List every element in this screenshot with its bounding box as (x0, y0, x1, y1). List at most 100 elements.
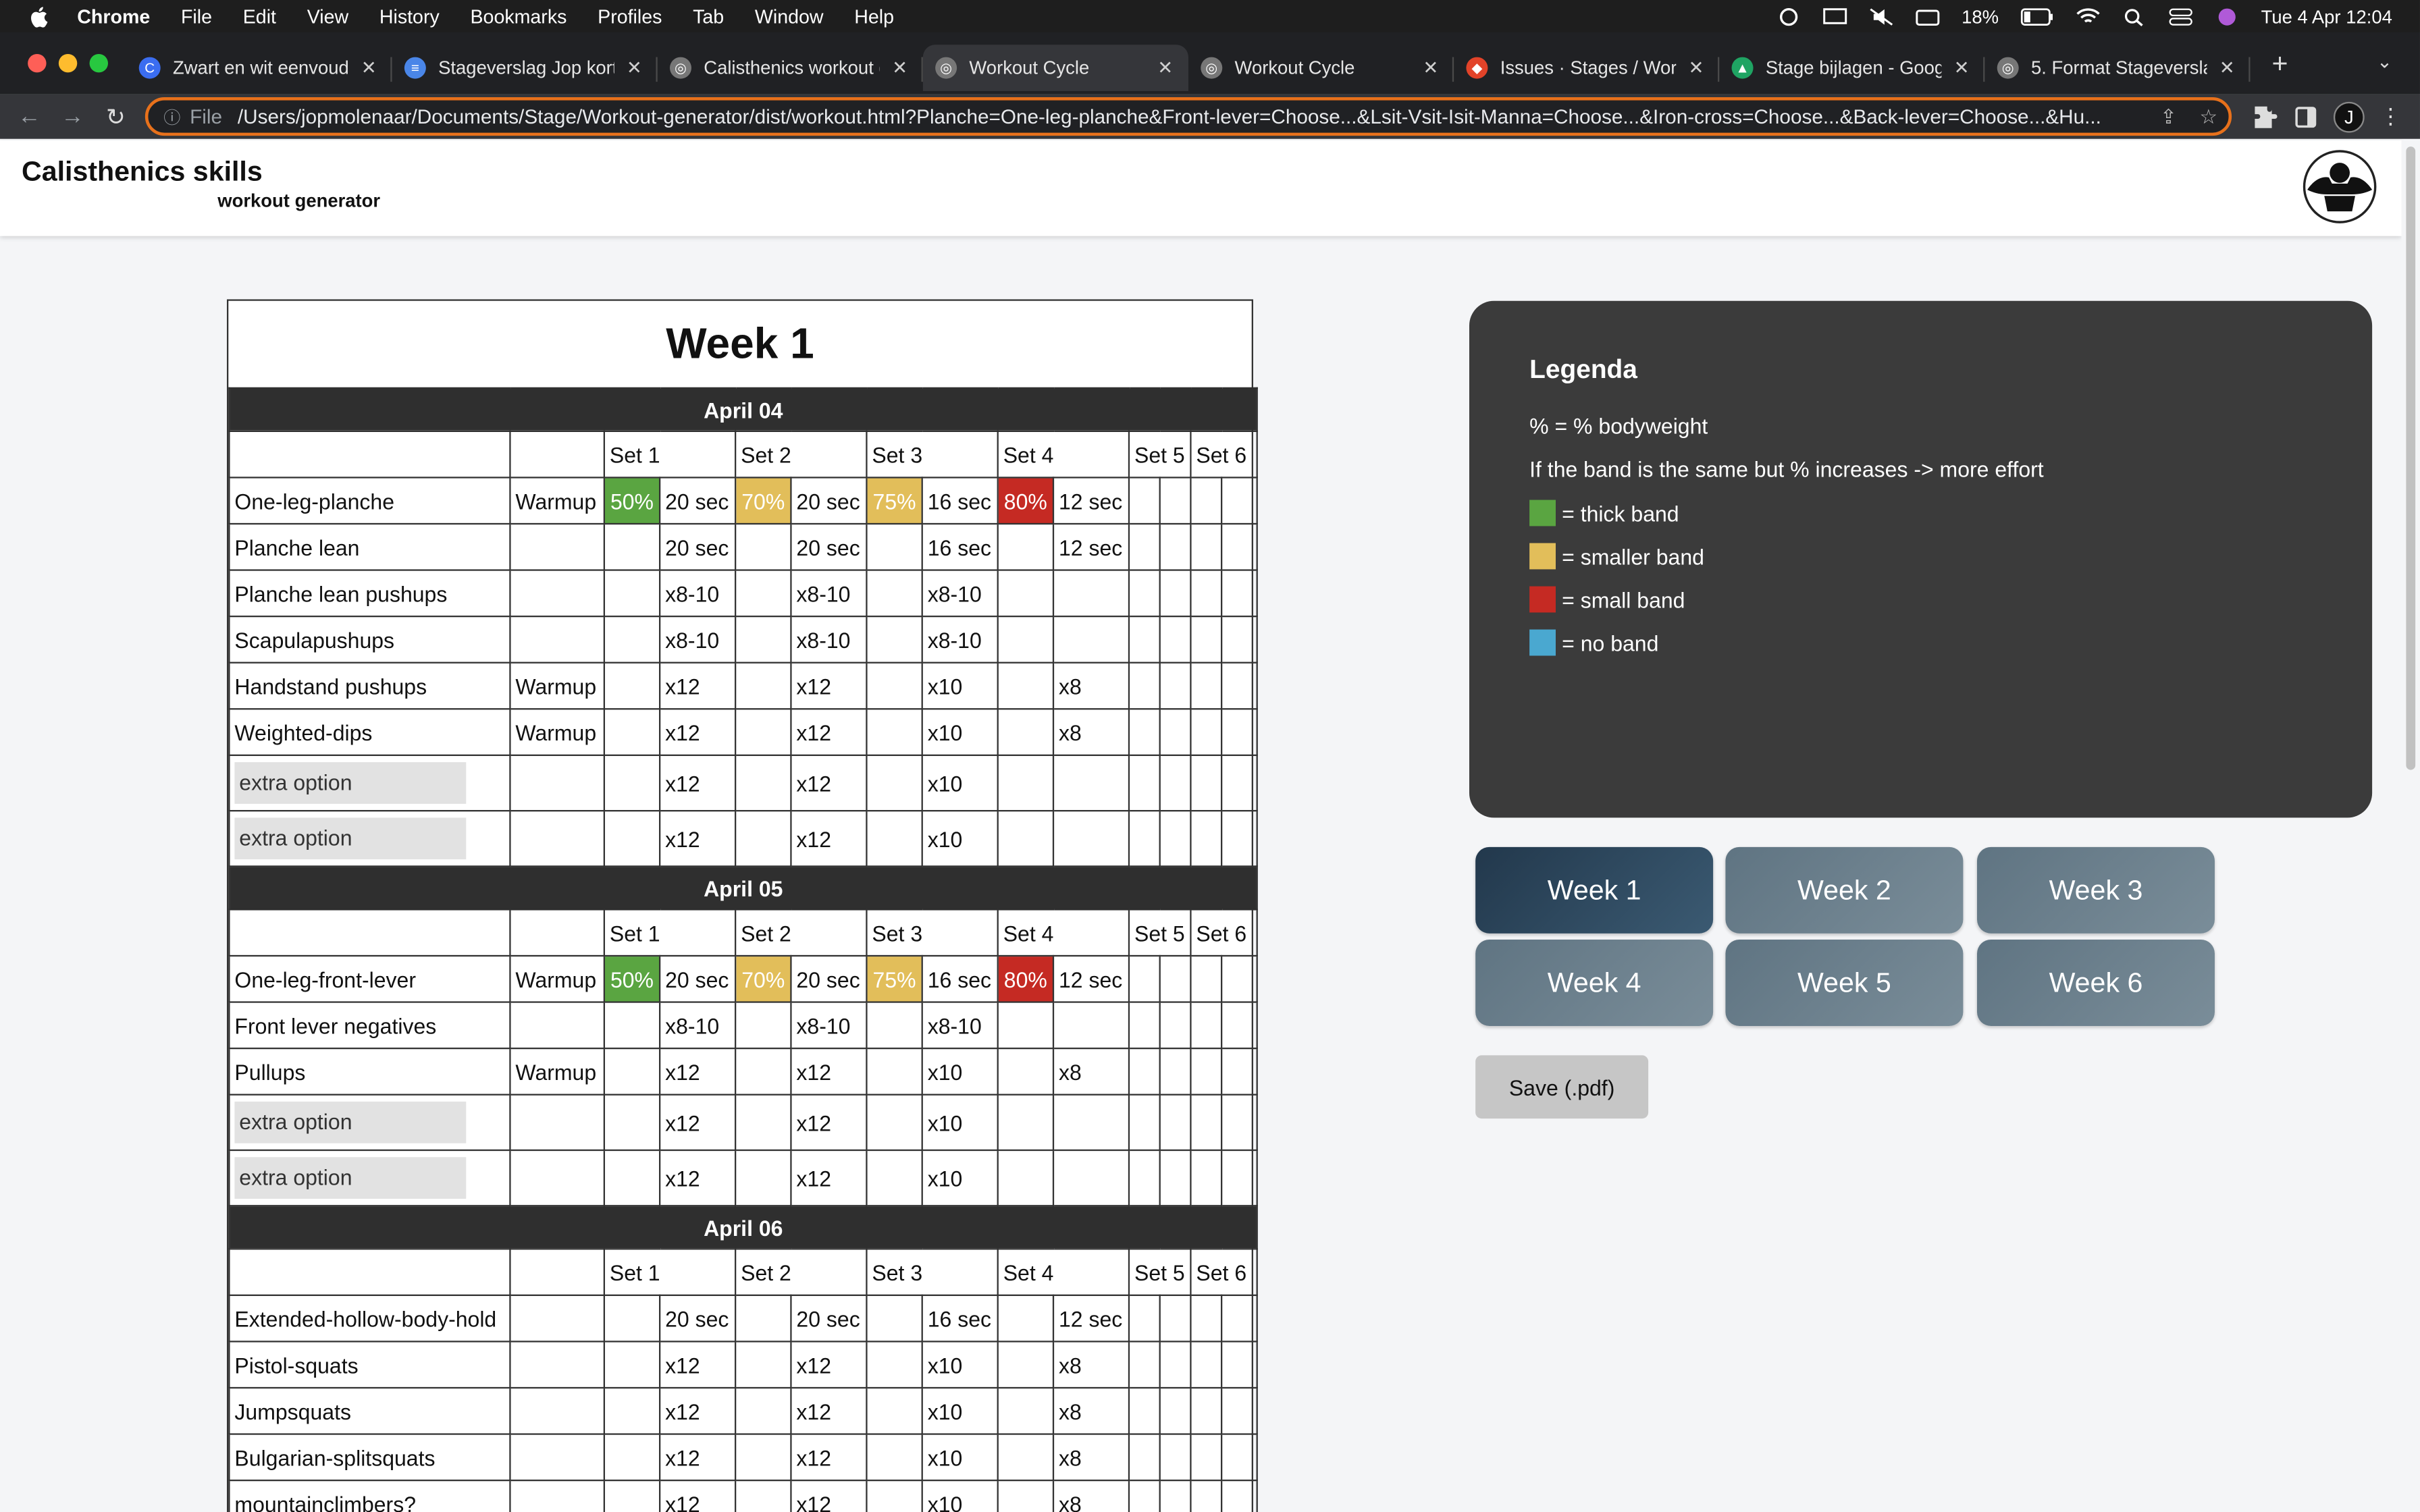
new-tab-button[interactable]: + (2272, 48, 2288, 80)
tab-close-icon[interactable]: ✕ (889, 57, 911, 79)
browser-tab[interactable]: C Zwart en wit eenvoudig ✕ (126, 45, 392, 91)
legend-item: = smaller band (1529, 543, 1704, 570)
menu-view[interactable]: View (307, 5, 348, 27)
browser-tab[interactable]: ◆ Issues · Stages / Worko ✕ (1454, 45, 1720, 91)
tab-close-icon[interactable]: ✕ (358, 57, 379, 79)
browser-tab[interactable]: ◎ 5. Format Stageverslag ✕ (1984, 45, 2251, 91)
set-value (734, 754, 792, 812)
set-value (1159, 1094, 1192, 1152)
address-bar[interactable]: ⓘ File /Users/jopmolenaar/Documents/Stag… (144, 97, 2232, 136)
set-value (1190, 1386, 1223, 1435)
legend-label: = smaller band (1562, 543, 1704, 569)
chrome-menu-kebab-icon[interactable]: ⋮ (2380, 103, 2402, 130)
set-value (603, 1149, 661, 1207)
set-value (734, 615, 792, 664)
window-zoom-button[interactable] (89, 53, 108, 73)
set-value (1190, 662, 1223, 710)
mute-icon[interactable] (1869, 7, 1894, 25)
back-arrow-icon[interactable]: ← (7, 103, 51, 130)
window-minimize-button[interactable] (58, 53, 78, 73)
set-value: x8 (1052, 1479, 1130, 1512)
scheme-label: File (190, 105, 223, 128)
save-pdf-button[interactable]: Save (.pdf) (1475, 1055, 1649, 1119)
set-value (1128, 1001, 1161, 1050)
scrollbar-thumb[interactable] (2406, 146, 2416, 770)
week-2-button[interactable]: Week 2 (1725, 846, 1964, 934)
tab-close-icon[interactable]: ✕ (1420, 57, 1442, 79)
tab-close-icon[interactable]: ✕ (623, 57, 645, 79)
menu-file[interactable]: File (181, 5, 212, 27)
week-1-button[interactable]: Week 1 (1475, 846, 1714, 934)
week-6-button[interactable]: Week 6 (1976, 939, 2215, 1026)
set-value (997, 1149, 1055, 1207)
control-center-icon[interactable] (2169, 7, 2194, 25)
week-3-button[interactable]: Week 3 (1976, 846, 2215, 934)
reload-icon[interactable]: ↻ (94, 103, 137, 130)
menu-edit[interactable]: Edit (243, 5, 276, 27)
tab-title: Workout Cycle (969, 57, 1090, 79)
warmup-cell (509, 1386, 605, 1435)
side-panel-icon[interactable] (2294, 104, 2319, 129)
battery-icon[interactable] (2020, 7, 2054, 25)
menu-tab[interactable]: Tab (693, 5, 724, 27)
set-value (1220, 1433, 1259, 1482)
clock[interactable]: Tue 4 Apr 12:04 (2261, 5, 2392, 27)
page-scrollbar[interactable] (2401, 140, 2420, 1512)
set-value (997, 1433, 1055, 1482)
week-4-button[interactable]: Week 4 (1475, 939, 1714, 1026)
set-value (997, 522, 1055, 571)
legend-item: = no band (1529, 629, 1658, 656)
set-header: Set 3 (866, 909, 999, 957)
siri-icon[interactable] (2215, 7, 2240, 25)
day-date: April 05 (228, 865, 1259, 911)
bookmark-star-icon[interactable]: ☆ (2188, 104, 2228, 129)
creative-cloud-icon[interactable] (1777, 7, 1801, 26)
extra-option-row: extra option x12 x12 x10 (228, 1094, 1259, 1152)
browser-tab[interactable]: ◎ Workout Cycle ✕ (922, 45, 1188, 91)
tab-close-icon[interactable]: ✕ (1951, 57, 1972, 79)
profile-avatar[interactable]: J (2333, 101, 2365, 132)
browser-tab[interactable]: ▲ Stage bijlagen - Google ✕ (1719, 45, 1985, 91)
screen-mirroring-icon[interactable] (1822, 7, 1847, 25)
macos-menu-bar: Chrome File Edit View History Bookmarks … (0, 0, 2420, 32)
set-header: Set 5 (1128, 909, 1192, 957)
menu-bookmarks[interactable]: Bookmarks (470, 5, 567, 27)
window-close-button[interactable] (28, 53, 47, 73)
info-icon[interactable]: ⓘ (163, 104, 180, 129)
share-icon[interactable]: ⇪ (2149, 104, 2188, 129)
extensions-puzzle-icon[interactable] (2253, 104, 2278, 129)
apple-icon[interactable] (28, 5, 49, 27)
extra-option-select[interactable]: extra option (234, 1101, 467, 1143)
keyboard-icon[interactable] (1916, 7, 1941, 25)
browser-tab[interactable]: ◎ Workout Cycle ✕ (1188, 45, 1454, 91)
legend-label: = small band (1562, 587, 1685, 612)
set-value (1190, 1479, 1223, 1512)
tab-close-icon[interactable]: ✕ (2216, 57, 2238, 79)
set-value: x8 (1052, 1047, 1130, 1096)
set-value (1159, 615, 1192, 664)
profile-avatar-icon[interactable] (2303, 150, 2377, 224)
spotlight-search-icon[interactable] (2122, 7, 2147, 26)
set-header: Set 2 (734, 1248, 868, 1296)
menu-app-chrome[interactable]: Chrome (77, 5, 150, 27)
extra-option-select[interactable]: extra option (234, 1157, 467, 1199)
tab-close-icon[interactable]: ✕ (1155, 57, 1176, 79)
set-value (1052, 1001, 1130, 1050)
menu-window[interactable]: Window (755, 5, 824, 27)
tab-search-chevron-icon[interactable]: ⌄ (2377, 51, 2392, 72)
menu-help[interactable]: Help (854, 5, 894, 27)
set-value (603, 522, 661, 571)
tab-close-icon[interactable]: ✕ (1685, 57, 1707, 79)
wifi-icon[interactable] (2076, 7, 2101, 25)
set-header-row: Set 1 Set 2 Set 3 Set 4 Set 5 Set 6 (228, 909, 1259, 957)
extra-option-select[interactable]: extra option (234, 817, 467, 860)
menu-profiles[interactable]: Profiles (598, 5, 662, 27)
week-5-button[interactable]: Week 5 (1725, 939, 1964, 1026)
menu-history[interactable]: History (379, 5, 440, 27)
browser-tab[interactable]: ◎ Calisthenics workout ge ✕ (658, 45, 923, 91)
forward-arrow-icon[interactable]: → (51, 103, 94, 130)
url-text[interactable]: /Users/jopmolenaar/Documents/Stage/Worko… (238, 105, 2149, 128)
set-value: x8-10 (921, 615, 999, 664)
browser-tab[interactable]: ≡ Stageverslag Jop korte ✕ (392, 45, 658, 91)
extra-option-select[interactable]: extra option (234, 762, 467, 804)
